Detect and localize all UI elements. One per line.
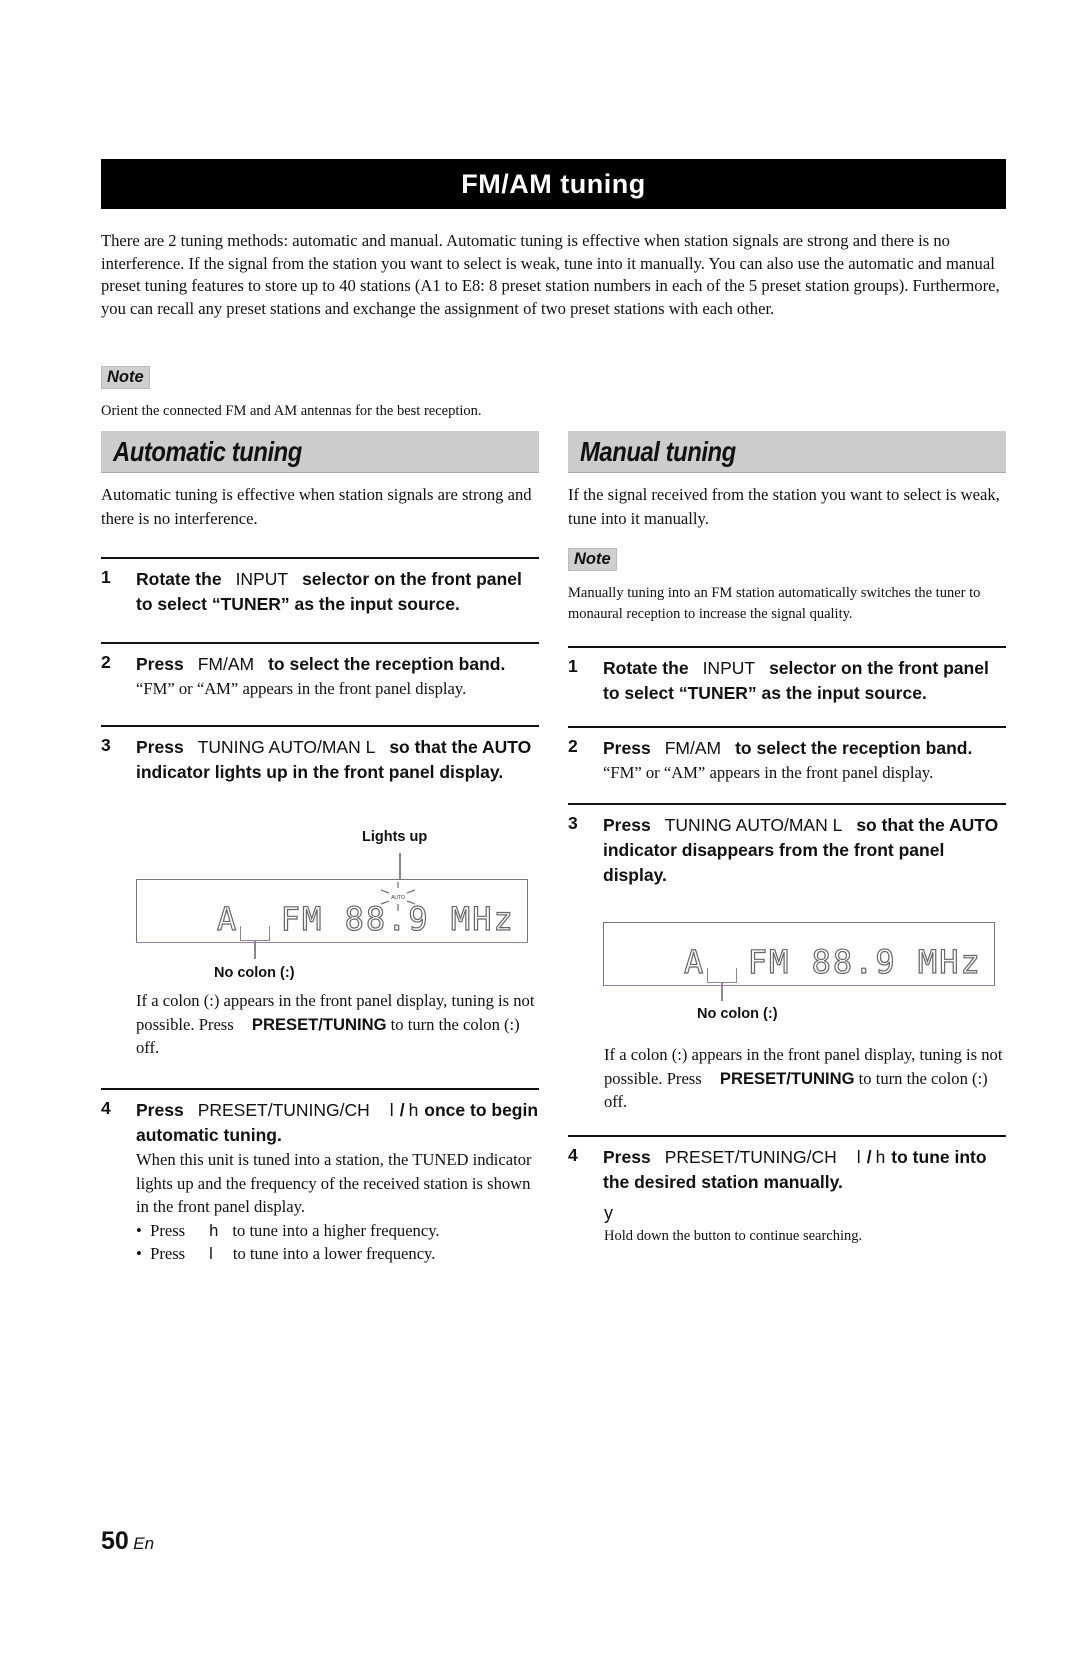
page-footer: 50 En <box>101 1527 154 1556</box>
manual-intro: If the signal received from the station … <box>568 485 1000 528</box>
page-title: FM/AM tuning <box>101 159 1006 209</box>
step-instruction: Rotate the INPUT selector on the front pan… <box>603 656 1006 706</box>
step-detail: When this unit is tuned into a station, … <box>136 1150 532 1216</box>
lights-up-label: Lights up <box>362 829 428 845</box>
front-panel-display-auto: AUTO A FM 88.9 MHz <box>136 879 528 943</box>
step-verb: Press <box>136 1100 184 1120</box>
tip-icon: y <box>604 1203 613 1223</box>
manual-step-3: 3 Press TUNING AUTO/MAN Lso that the AUTO… <box>568 803 1006 893</box>
auto-colon-note: If a colon (:) appears in the front pane… <box>136 989 539 1060</box>
auto-step-2: 2 Press FM/AM to select the reception band… <box>101 642 539 722</box>
manual-colon-note: If a colon (:) appears in the front pane… <box>604 1043 1007 1114</box>
callout-line <box>721 983 723 1001</box>
bullet-item: • Press l to tune into a lower frequency. <box>136 1244 436 1263</box>
bullet-text: to tune into a higher frequency. <box>232 1220 440 1240</box>
manual-step-1: 1 Rotate the INPUT selector on the front p… <box>568 646 1006 726</box>
auto-step-1: 1 Rotate the INPUT selector on the front p… <box>101 557 539 637</box>
fm-am-key: FM/AM <box>664 738 722 758</box>
manual-step-2: 2 Press FM/AM to select the reception band… <box>568 726 1006 806</box>
bullet-text: to tune into a lower frequency. <box>232 1244 436 1263</box>
step-number: 2 <box>568 736 578 756</box>
tuning-auto-man-key: TUNING AUTO/MAN L <box>197 737 376 757</box>
preset-tuning-ch-key: PRESET/TUNING/CH <box>664 1147 837 1167</box>
slash: / <box>866 1147 872 1167</box>
bullet-verb: Press <box>150 1244 186 1263</box>
preset-tuning-ch-key: PRESET/TUNING/CH <box>197 1100 370 1120</box>
step-number: 4 <box>568 1145 578 1165</box>
language-code: En <box>133 1534 155 1553</box>
preset-tuning-key: PRESET/TUNING <box>719 1068 855 1088</box>
note-label: Note <box>101 366 150 389</box>
step-verb: Press <box>603 815 651 835</box>
up-key: h <box>875 1147 886 1167</box>
step-instruction: Press TUNING AUTO/MAN Lso that the AUTO i… <box>603 813 1006 888</box>
step-text: to select the reception band. <box>268 654 506 674</box>
down-key: l <box>389 1100 394 1120</box>
step-verb: Press <box>603 1147 651 1167</box>
tuning-auto-man-key: TUNING AUTO/MAN L <box>664 815 843 835</box>
automatic-tuning-heading-text: Automatic tuning <box>113 435 302 467</box>
step-instruction: Rotate the INPUT selector on the front pan… <box>136 567 539 617</box>
step-instruction: Press PRESET/TUNING/CH l / h to tune into the… <box>603 1145 1006 1195</box>
step-verb: Press <box>136 654 184 674</box>
input-selector-key: INPUT <box>702 658 756 678</box>
note-label: Note <box>568 548 617 571</box>
up-key: h <box>408 1100 419 1120</box>
no-colon-bracket <box>240 926 270 941</box>
step-text: to select the reception band. <box>735 738 973 758</box>
manual-note-text: Manually tuning into an FM station autom… <box>568 585 981 622</box>
step-number: 4 <box>101 1098 111 1118</box>
auto-step-4: 4 Press PRESET/TUNING/CH l / h once to begin … <box>101 1088 539 1268</box>
automatic-tuning-heading: Automatic tuning <box>101 431 539 473</box>
callout-line <box>399 853 401 881</box>
step-verb: Press <box>603 738 651 758</box>
step-number: 3 <box>101 735 111 755</box>
manual-note-tag: Note <box>568 548 617 571</box>
no-colon-label: No colon (:) <box>214 965 295 981</box>
preset-tuning-key: PRESET/TUNING <box>251 1014 387 1034</box>
step-instruction: Press FM/AM to select the reception band. … <box>136 652 539 701</box>
front-panel-display-manual: A FM 88.9 MHz <box>603 922 995 986</box>
page-number: 50 <box>101 1527 129 1555</box>
down-key: l <box>209 1244 213 1263</box>
automatic-intro: Automatic tuning is effective when stati… <box>101 485 532 528</box>
step-verb: Rotate the <box>603 658 689 678</box>
step-verb: Rotate the <box>136 569 222 589</box>
step-verb: Press <box>136 737 184 757</box>
page-title-text: FM/AM tuning <box>461 168 646 199</box>
manual-tuning-heading-text: Manual tuning <box>580 435 736 467</box>
step-number: 1 <box>568 656 578 676</box>
manual-step-4: 4 Press PRESET/TUNING/CH l / h to tune into t… <box>568 1135 1006 1225</box>
fm-am-key: FM/AM <box>197 654 255 674</box>
top-note-text: Orient the connected FM and AM antennas … <box>101 403 482 419</box>
tip-text: Hold down the button to continue searchi… <box>604 1228 863 1244</box>
auto-step-3: 3 Press TUNING AUTO/MAN Lso that the AUTO… <box>101 725 539 815</box>
step-instruction: Press FM/AM to select the reception band. … <box>603 736 1006 785</box>
input-selector-key: INPUT <box>235 569 289 589</box>
step-number: 3 <box>568 813 578 833</box>
bullet-verb: Press <box>150 1220 186 1240</box>
manual-tuning-heading: Manual tuning <box>568 431 1006 473</box>
step-number: 1 <box>101 567 111 587</box>
step-detail: “FM” or “AM” appears in the front panel … <box>603 763 934 782</box>
slash: / <box>399 1100 405 1120</box>
step-number: 2 <box>101 652 111 672</box>
no-colon-label: No colon (:) <box>697 1006 778 1022</box>
down-key: l <box>856 1147 861 1167</box>
top-note-tag: Note <box>101 366 150 389</box>
bullet-list: • Press h to tune into a higher frequency.… <box>136 1219 539 1266</box>
up-key: h <box>209 1220 219 1240</box>
callout-line <box>254 941 256 959</box>
step-instruction: Press TUNING AUTO/MAN Lso that the AUTO i… <box>136 735 539 785</box>
bullet-item: • Press h to tune into a higher frequency. <box>136 1220 440 1240</box>
step-detail: “FM” or “AM” appears in the front panel … <box>136 679 467 698</box>
intro-paragraph: There are 2 tuning methods: automatic an… <box>101 231 1000 319</box>
no-colon-bracket <box>707 968 737 983</box>
step-instruction: Press PRESET/TUNING/CH l / h once to begin au… <box>136 1098 539 1266</box>
